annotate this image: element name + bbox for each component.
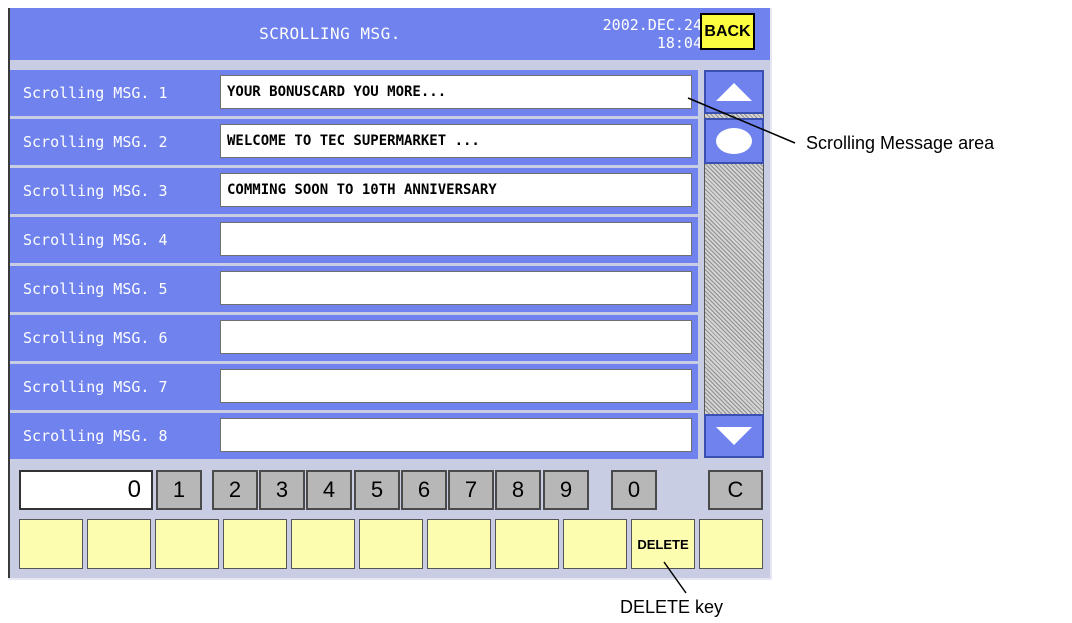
delete-key-callout: DELETE key	[620, 597, 724, 617]
scroll-area-callout: Scrolling Message area	[806, 133, 995, 153]
callout-lines	[663, 97, 796, 594]
